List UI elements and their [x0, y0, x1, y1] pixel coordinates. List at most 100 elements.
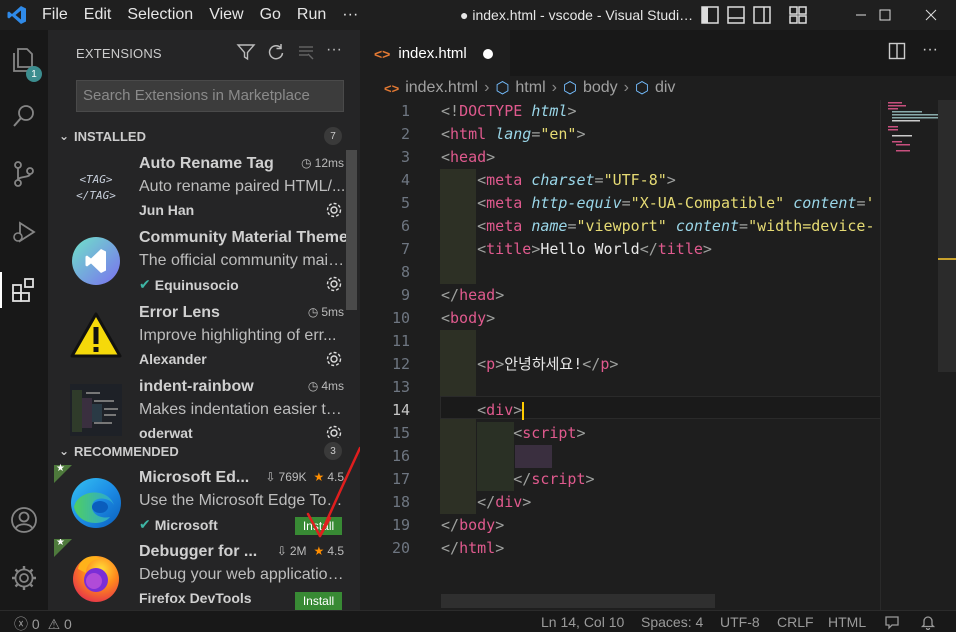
- cube-icon: ⬡: [495, 80, 510, 97]
- encoding[interactable]: UTF-8: [720, 614, 760, 630]
- explorer-icon[interactable]: 1: [0, 36, 48, 84]
- menu-go[interactable]: Go: [252, 6, 289, 24]
- problems-indicator[interactable]: ⓧ 0 ⚠ 0: [14, 614, 72, 632]
- line-number: 19: [391, 516, 410, 534]
- extension-item[interactable]: ★ Debugger for ... ⇩ 2M ★ 4.5 Debug your we…: [48, 539, 348, 610]
- firefox-icon: [70, 551, 122, 603]
- extension-settings-gear-icon[interactable]: [324, 349, 344, 369]
- menu-edit[interactable]: Edit: [76, 6, 120, 24]
- title-bar: File Edit Selection View Go Run ··· ● in…: [0, 0, 956, 30]
- explorer-badge: 1: [26, 66, 42, 82]
- tab-index-html[interactable]: <> index.html: [360, 30, 510, 76]
- download-cloud-icon: ⇩: [276, 544, 287, 558]
- code-line: <title>Hello World</title>: [477, 240, 712, 258]
- extension-name: Microsoft Ed...: [139, 469, 250, 486]
- menu-run[interactable]: Run: [289, 6, 334, 24]
- error-icon: ⓧ: [14, 616, 28, 632]
- extensions-icon[interactable]: [0, 266, 48, 314]
- maximize-button[interactable]: [862, 0, 908, 30]
- community-material-theme-icon: [70, 235, 122, 287]
- extension-description: Improve highlighting of err...: [139, 327, 337, 344]
- html-file-icon: <>: [374, 45, 391, 62]
- menu-selection[interactable]: Selection: [119, 6, 201, 24]
- breadcrumb: <> index.html › ⬡ html › ⬡ body › ⬡ div: [360, 76, 956, 100]
- breadcrumb-html[interactable]: html: [515, 79, 545, 97]
- line-number: 18: [391, 493, 410, 511]
- text-cursor: [522, 401, 525, 420]
- manage-gear-icon[interactable]: [0, 554, 48, 602]
- refresh-icon[interactable]: [266, 42, 286, 62]
- red-arrow-annotation: [306, 446, 362, 538]
- unsaved-dot-icon[interactable]: [482, 48, 493, 59]
- chevron-right-icon: ›: [484, 79, 490, 96]
- extension-settings-gear-icon[interactable]: [324, 423, 344, 438]
- vscode-logo-icon: [0, 0, 34, 30]
- line-number: 12: [391, 355, 410, 373]
- indentation[interactable]: Spaces: 4: [641, 614, 703, 630]
- search-icon[interactable]: [0, 92, 48, 140]
- install-button[interactable]: Install: [295, 592, 342, 610]
- extension-settings-gear-icon[interactable]: [324, 274, 344, 294]
- accounts-icon[interactable]: [0, 496, 48, 544]
- clock-icon: ◷: [301, 156, 312, 170]
- line-number: 14: [391, 401, 410, 419]
- clear-list-icon[interactable]: [296, 42, 316, 62]
- extension-publisher: Firefox DevTools: [139, 590, 252, 606]
- chevron-right-icon: ›: [551, 79, 557, 96]
- extension-stats: ⇩ 2M ★ 4.5: [276, 544, 344, 558]
- menu-view[interactable]: View: [201, 6, 251, 24]
- more-actions-icon[interactable]: ···: [326, 42, 346, 62]
- extension-item[interactable]: indent-rainbow ◷ 4ms Makes indentation ea…: [48, 374, 348, 438]
- breadcrumb-body[interactable]: body: [583, 79, 618, 97]
- line-number: 3: [400, 148, 410, 166]
- source-control-icon[interactable]: [0, 150, 48, 198]
- feedback-icon[interactable]: [884, 614, 900, 632]
- line-number: 4: [400, 171, 410, 189]
- breadcrumb-div[interactable]: div: [655, 79, 675, 97]
- line-number: 7: [400, 240, 410, 258]
- extensions-search-input[interactable]: Search Extensions in Marketplace: [76, 80, 344, 112]
- chevron-right-icon: ›: [623, 79, 629, 96]
- extension-publisher: oderwat: [139, 425, 193, 438]
- extension-description: Makes indentation easier to...: [139, 401, 346, 418]
- extension-item[interactable]: <TAG> </TAG> Auto Rename Tag ◷ 12ms Auto r…: [48, 151, 348, 225]
- extension-publisher: Jun Han: [139, 202, 195, 218]
- notifications-bell-icon[interactable]: [920, 614, 936, 632]
- language-mode[interactable]: HTML: [828, 614, 866, 630]
- customize-layout-icon[interactable]: [788, 5, 808, 25]
- more-actions-icon[interactable]: ···: [922, 42, 938, 65]
- cube-icon: ⬡: [562, 80, 577, 97]
- svg-text:<TAG>: <TAG>: [79, 173, 112, 186]
- menu-more[interactable]: ···: [334, 6, 366, 24]
- installed-section-header[interactable]: ⌄ INSTALLED 7: [48, 125, 360, 147]
- toggle-panel-icon[interactable]: [726, 5, 746, 25]
- clock-icon: ◷: [307, 379, 319, 393]
- extension-settings-gear-icon[interactable]: [324, 200, 344, 220]
- editor-vertical-scrollbar[interactable]: [938, 100, 956, 372]
- sidebar-scrollbar[interactable]: [346, 150, 357, 310]
- extension-item[interactable]: Error Lens ◷ 5ms Improve highlighting of …: [48, 300, 348, 374]
- minimap[interactable]: [884, 100, 940, 160]
- filter-icon[interactable]: [236, 42, 256, 62]
- extension-item[interactable]: Community Material Theme The official co…: [48, 225, 348, 299]
- code-line: <div>: [477, 401, 525, 420]
- toggle-primary-sidebar-icon[interactable]: [700, 5, 720, 25]
- cursor-position[interactable]: Ln 14, Col 10: [541, 614, 624, 630]
- end-of-line[interactable]: CRLF: [777, 614, 814, 630]
- code-line: <body>: [441, 309, 496, 327]
- menu-file[interactable]: File: [34, 6, 76, 24]
- chevron-down-icon: ⌄: [58, 129, 70, 143]
- breadcrumb-file[interactable]: index.html: [405, 79, 478, 97]
- split-editor-icon[interactable]: [888, 42, 906, 65]
- code-editor[interactable]: 1 <!DOCTYPE html> 2 <html lang="en"> 3 <hea…: [360, 100, 956, 610]
- close-button[interactable]: [908, 0, 954, 30]
- html-file-icon: <>: [384, 80, 400, 96]
- editor-horizontal-scrollbar[interactable]: [441, 594, 715, 608]
- activity-bar: 1: [0, 30, 48, 610]
- download-cloud-icon: ⇩: [265, 470, 276, 484]
- verified-icon: ✔: [139, 516, 151, 532]
- toggle-secondary-sidebar-icon[interactable]: [752, 5, 772, 25]
- editor-ruler: [880, 100, 881, 610]
- run-debug-icon[interactable]: [0, 208, 48, 256]
- window-title: ● index.html - vscode - Visual Studi…: [460, 7, 694, 23]
